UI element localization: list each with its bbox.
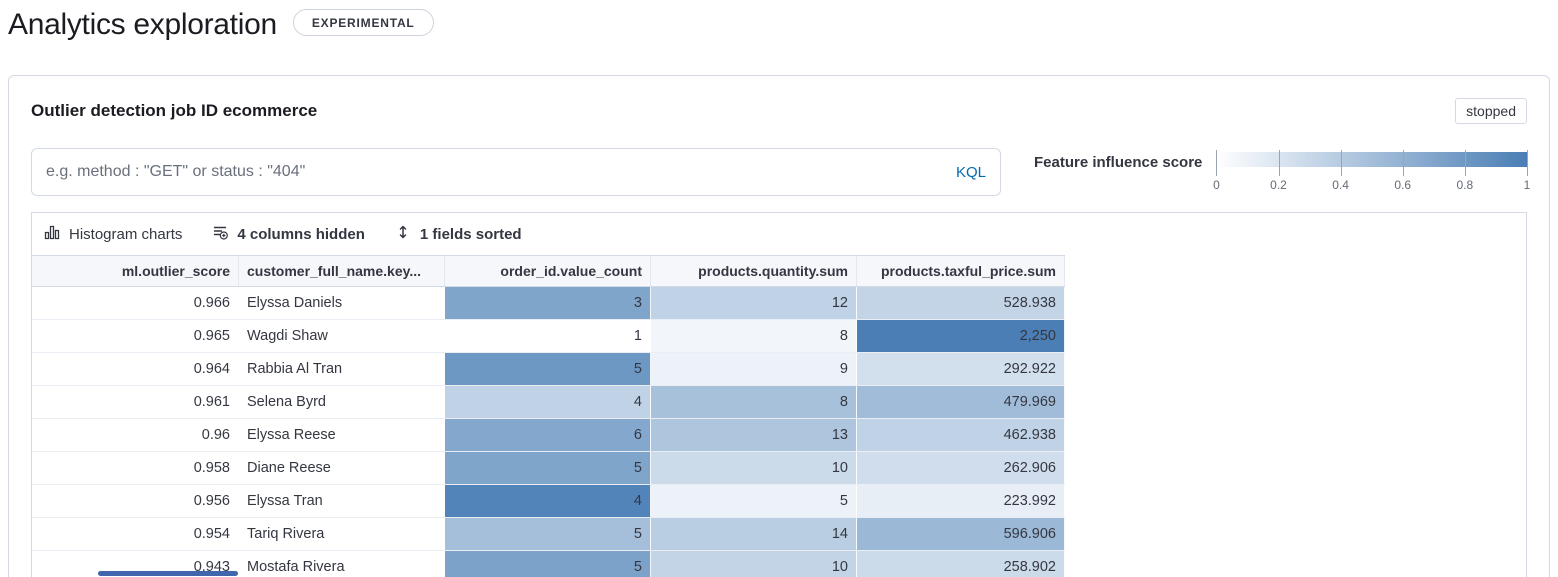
grid-cell[interactable]: 2,250 [857, 320, 1065, 352]
grid-cell[interactable]: 596.906 [857, 518, 1065, 550]
grid-cell[interactable]: 0.965 [32, 320, 239, 352]
results-grid: Histogram charts 4 columns hidden [31, 212, 1527, 577]
grid-cell[interactable]: 14 [651, 518, 857, 550]
grid-cell[interactable]: Tariq Rivera [239, 518, 445, 550]
experimental-badge: EXPERIMENTAL [293, 9, 434, 36]
grid-header: ml.outlier_scorecustomer_full_name.key..… [32, 255, 1065, 287]
grid-cell[interactable]: 10 [651, 551, 857, 577]
grid-cell[interactable]: 0.96 [32, 419, 239, 451]
grid-cell[interactable]: Elyssa Reese [239, 419, 445, 451]
columns-hidden-label: 4 columns hidden [237, 226, 365, 243]
grid-cell[interactable]: 8 [651, 386, 857, 418]
grid-cell[interactable]: Elyssa Tran [239, 485, 445, 517]
horizontal-scrollbar-thumb[interactable] [98, 571, 238, 576]
columns-icon [212, 224, 228, 244]
legend-tick-label: 0.8 [1457, 178, 1474, 192]
grid-toolbar: Histogram charts 4 columns hidden [32, 213, 1526, 255]
histogram-icon [44, 224, 60, 244]
grid-cell[interactable]: 12 [651, 287, 857, 319]
grid-header-cell[interactable]: order_id.value_count [445, 256, 651, 286]
page-header: Analytics exploration EXPERIMENTAL [0, 0, 1558, 45]
grid-cell[interactable]: Rabbia Al Tran [239, 353, 445, 385]
grid-header-cell[interactable]: ml.outlier_score [32, 256, 239, 286]
grid-cell[interactable]: 5 [445, 353, 651, 385]
grid-cell[interactable]: Wagdi Shaw [239, 320, 445, 352]
grid-cell[interactable]: 292.922 [857, 353, 1065, 385]
grid-header-cell[interactable]: products.taxful_price.sum [857, 256, 1065, 286]
grid-cell[interactable]: Mostafa Rivera [239, 551, 445, 577]
grid-cell[interactable]: 8 [651, 320, 857, 352]
grid-cell[interactable]: 4 [445, 386, 651, 418]
grid-body: 0.966Elyssa Daniels312528.9380.965Wagdi … [32, 287, 1526, 577]
fields-sorted-button[interactable]: 1 fields sorted [395, 224, 522, 244]
legend-tick [1216, 150, 1217, 176]
table-row: 0.966Elyssa Daniels312528.938 [32, 287, 1065, 320]
grid-cell[interactable]: 0.956 [32, 485, 239, 517]
grid-cell[interactable]: Elyssa Daniels [239, 287, 445, 319]
histogram-charts-button[interactable]: Histogram charts [44, 224, 182, 244]
grid-cell[interactable]: 5 [651, 485, 857, 517]
grid-cell[interactable]: 0.958 [32, 452, 239, 484]
sort-icon [395, 224, 411, 244]
kql-syntax-button[interactable]: KQL [956, 164, 986, 181]
grid-cell[interactable]: 9 [651, 353, 857, 385]
kql-search-bar[interactable]: KQL [31, 148, 1001, 196]
job-status-badge: stopped [1455, 98, 1527, 124]
legend-tick [1527, 150, 1528, 176]
grid-cell[interactable]: 4 [445, 485, 651, 517]
columns-hidden-button[interactable]: 4 columns hidden [212, 224, 365, 244]
grid-cell[interactable]: 462.938 [857, 419, 1065, 451]
grid-cell[interactable]: 5 [445, 452, 651, 484]
grid-cell[interactable]: 10 [651, 452, 857, 484]
grid-cell[interactable]: 13 [651, 419, 857, 451]
search-row: KQL Feature influence score 0 0.2 0.4 0.6 0.… [31, 148, 1527, 196]
grid-cell[interactable]: 3 [445, 287, 651, 319]
table-row: 0.956Elyssa Tran45223.992 [32, 485, 1065, 518]
legend-tick [1465, 150, 1466, 176]
legend-tick [1279, 150, 1280, 176]
grid-cell[interactable]: 262.906 [857, 452, 1065, 484]
panel-title: Outlier detection job ID ecommerce [31, 101, 317, 121]
histogram-charts-label: Histogram charts [69, 226, 182, 243]
grid-cell[interactable]: 0.961 [32, 386, 239, 418]
legend-tick-label: 0.6 [1394, 178, 1411, 192]
table-row: 0.958Diane Reese510262.906 [32, 452, 1065, 485]
panel-header: Outlier detection job ID ecommerce stopp… [31, 98, 1527, 124]
grid-header-cell[interactable]: customer_full_name.key... [239, 256, 445, 286]
legend-tick-label: 1 [1524, 178, 1531, 192]
grid-cell[interactable]: 5 [445, 551, 651, 577]
grid-cell[interactable]: 0.964 [32, 353, 239, 385]
table-row: 0.965Wagdi Shaw182,250 [32, 320, 1065, 353]
grid-cell[interactable]: Diane Reese [239, 452, 445, 484]
fields-sorted-label: 1 fields sorted [420, 226, 522, 243]
grid-cell[interactable]: 0.966 [32, 287, 239, 319]
legend-tick-label: 0.4 [1332, 178, 1349, 192]
grid-cell[interactable]: 258.902 [857, 551, 1065, 577]
legend-tick-label: 0.2 [1270, 178, 1287, 192]
legend-tick-label: 0 [1213, 178, 1220, 192]
grid-cell[interactable]: 479.969 [857, 386, 1065, 418]
grid-cell[interactable]: 1 [445, 320, 651, 352]
table-row: 0.96Elyssa Reese613462.938 [32, 419, 1065, 452]
grid-cell[interactable]: 6 [445, 419, 651, 451]
table-row: 0.961Selena Byrd48479.969 [32, 386, 1065, 419]
table-row: 0.964Rabbia Al Tran59292.922 [32, 353, 1065, 386]
legend-tick [1403, 150, 1404, 176]
grid-header-cell[interactable]: products.quantity.sum [651, 256, 857, 286]
grid-cell[interactable]: 528.938 [857, 287, 1065, 319]
grid-cell[interactable]: Selena Byrd [239, 386, 445, 418]
page-title: Analytics exploration [8, 5, 277, 45]
search-input[interactable] [46, 163, 946, 181]
feature-influence-legend: Feature influence score 00.20.40.60.81 [1034, 148, 1527, 196]
grid-cell[interactable]: 223.992 [857, 485, 1065, 517]
grid-cell[interactable]: 5 [445, 518, 651, 550]
legend-gradient-bar [1216, 152, 1527, 167]
legend-tick [1341, 150, 1342, 176]
legend-label: Feature influence score [1034, 150, 1202, 196]
grid-cell[interactable]: 0.954 [32, 518, 239, 550]
table-row: 0.954Tariq Rivera514596.906 [32, 518, 1065, 551]
outlier-detection-panel: Outlier detection job ID ecommerce stopp… [8, 75, 1550, 577]
legend-scale: 00.20.40.60.81 [1216, 150, 1527, 196]
